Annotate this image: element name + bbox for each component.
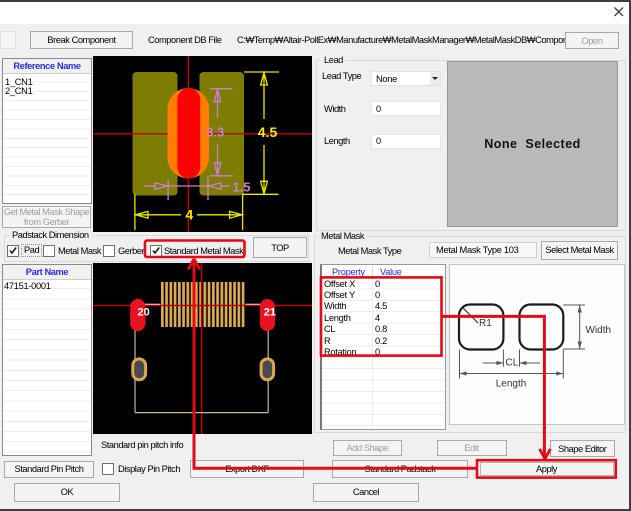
svg-text:4.5: 4.5 (258, 124, 278, 140)
svg-text:Length: Length (496, 378, 527, 389)
svg-text:20: 20 (138, 307, 150, 319)
svg-text:4: 4 (185, 207, 193, 223)
svg-text:Width: Width (586, 325, 612, 336)
svg-text:21: 21 (264, 307, 276, 319)
svg-text:R1: R1 (479, 318, 492, 329)
svg-text:1.5: 1.5 (232, 180, 250, 195)
svg-text:CL: CL (506, 357, 519, 368)
svg-text:3.3: 3.3 (206, 125, 224, 140)
